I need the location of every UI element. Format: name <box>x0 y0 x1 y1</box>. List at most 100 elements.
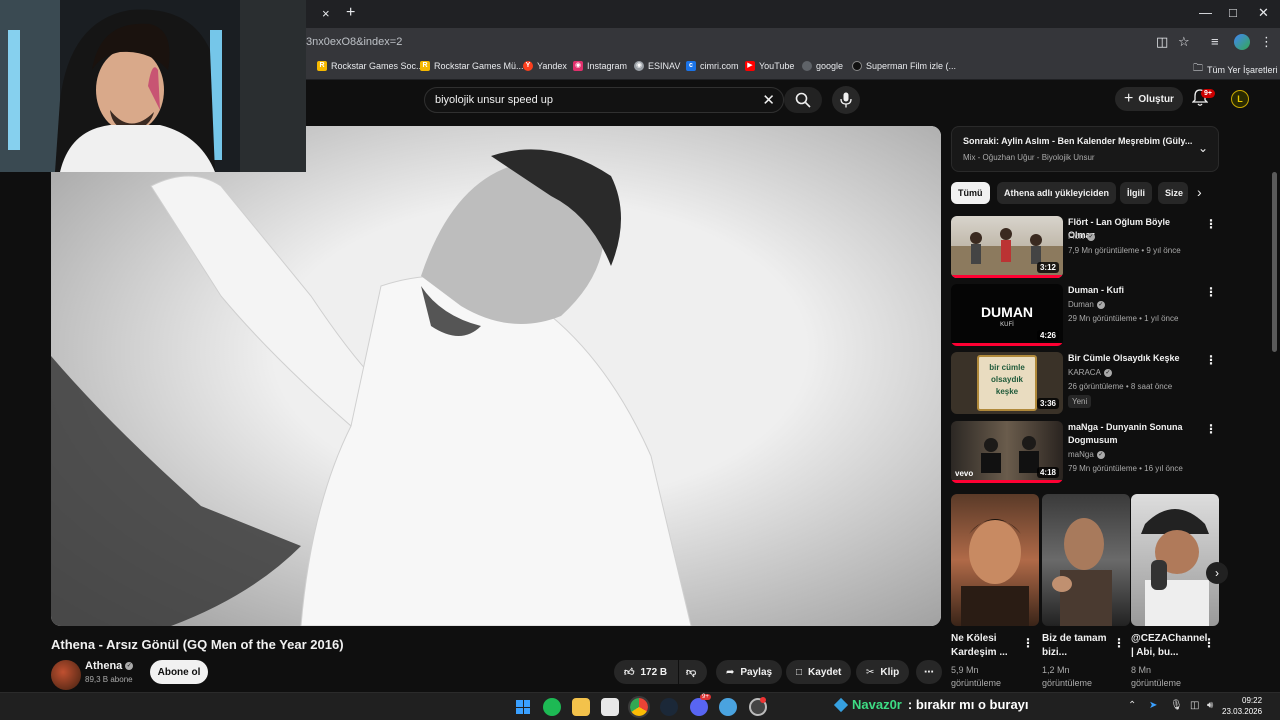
video-thumbnail[interactable]: bir cümle olsaydık keşke 3:36 <box>951 352 1063 414</box>
maximize-button[interactable]: □ <box>1229 5 1237 20</box>
store-icon[interactable] <box>601 698 619 716</box>
discord-icon[interactable] <box>690 698 708 716</box>
rockstar-icon: R <box>420 61 430 71</box>
chevron-down-icon[interactable]: ⌄ <box>1198 141 1208 155</box>
recommendation-title[interactable]: Duman - Kufi <box>1068 284 1198 297</box>
short-title[interactable]: Ne Kölesi Kardeşim ... <box>951 632 1021 660</box>
profile-avatar[interactable] <box>1234 34 1250 50</box>
file-explorer-icon[interactable] <box>572 698 590 716</box>
recommendation-title[interactable]: Bir Cümle Olsaydık Keşke <box>1068 352 1198 365</box>
next-up-panel[interactable]: Sonraki: Aylin Aslım - Ben Kalender Meşr… <box>951 126 1219 172</box>
network-icon[interactable]: ◫ <box>1190 700 1199 711</box>
microphone-tray-icon[interactable]: 🎙︎ <box>1170 700 1183 711</box>
chip-all[interactable]: Tümü <box>951 182 990 204</box>
short-thumbnail[interactable] <box>951 494 1039 626</box>
voice-search-button[interactable] <box>832 86 860 114</box>
volume-icon[interactable]: 🔊︎ <box>1207 700 1213 711</box>
bookmark-item[interactable]: ◉ Instagram <box>573 61 627 71</box>
short-thumbnail[interactable] <box>1042 494 1130 626</box>
instagram-icon: ◉ <box>573 61 583 71</box>
search-icon <box>795 92 811 108</box>
app-icon[interactable] <box>719 698 737 716</box>
share-button[interactable]: ➦ Paylaş <box>716 660 783 684</box>
recommendation-channel[interactable]: KARACA ✓ <box>1068 368 1112 377</box>
dislike-button[interactable]: 👎︎ <box>679 660 707 684</box>
superman-icon <box>852 61 862 71</box>
bookmark-item[interactable]: Y Yandex <box>523 61 567 71</box>
bookmark-item[interactable]: Superman Film izle (... <box>852 61 956 71</box>
more-vertical-icon[interactable]: ⋮ <box>1205 217 1217 231</box>
recommendation-item[interactable]: vevo 4:18 maNga - Dunyanin Sonuna Dogmus… <box>951 421 1219 483</box>
like-button[interactable]: 👍︎ 172 B <box>614 660 678 684</box>
short-title[interactable]: @CEZAChannel | Abi, bu... <box>1131 632 1207 660</box>
close-window-button[interactable]: ✕ <box>1258 5 1269 21</box>
steam-tray-icon[interactable]: ➤ <box>1149 700 1157 711</box>
bookmark-item[interactable]: R Rockstar Games Soc... <box>317 61 424 71</box>
system-clock[interactable]: 09:22 23.03.2026 <box>1222 695 1262 717</box>
bookmark-item[interactable]: ◉ ESINAV <box>634 61 680 71</box>
video-thumbnail[interactable]: vevo 4:18 <box>951 421 1063 483</box>
more-vertical-icon[interactable]: ⋮ <box>1205 353 1217 367</box>
menu-icon[interactable]: ⋮ <box>1260 34 1273 50</box>
spotify-icon[interactable] <box>543 698 561 716</box>
all-bookmarks-folder[interactable]: 🗀 Tüm Yer İşaretleri <box>1193 61 1278 78</box>
recommendation-channel[interactable]: Flört ✓ <box>1068 232 1095 241</box>
subscribe-button[interactable]: Abone ol <box>150 660 208 684</box>
new-tab-button[interactable]: + <box>346 4 355 22</box>
tray-overflow-icon[interactable]: ⌃ <box>1128 700 1136 711</box>
channel-avatar[interactable] <box>51 660 81 690</box>
recommendation-meta: 26 görüntüleme • 8 saat önce <box>1068 382 1173 391</box>
tab-close-button[interactable]: × <box>322 6 330 21</box>
chip-related[interactable]: İlgili <box>1120 182 1152 204</box>
duration-badge: 4:26 <box>1036 330 1059 341</box>
more-vertical-icon[interactable]: ⋮ <box>1205 422 1217 436</box>
more-vertical-icon[interactable]: ⋮ <box>1203 636 1215 650</box>
search-input[interactable]: biyolojik unsur speed up <box>435 94 553 106</box>
recommendation-item[interactable]: DUMAN KUFİ 4:26 Duman - Kufi Duman ✓ 29 M… <box>951 284 1219 346</box>
search-box[interactable]: biyolojik unsur speed up ✕ <box>424 87 784 113</box>
recommendation-item[interactable]: bir cümle olsaydık keşke 3:36 Bir Cümle … <box>951 352 1219 414</box>
clear-search-icon[interactable]: ✕ <box>762 91 775 109</box>
stream-chat-overlay: Navaz0r : bırakır mı o burayı <box>833 697 1029 712</box>
minimize-button[interactable]: — <box>1199 5 1212 20</box>
short-title[interactable]: Biz de tamam bizi... <box>1042 632 1112 660</box>
bookmark-item[interactable]: ▶ YouTube <box>745 61 794 71</box>
scrollbar[interactable] <box>1272 172 1277 352</box>
short-thumbnail[interactable] <box>1131 494 1219 626</box>
recommendation-item[interactable]: 3:12 Flört - Lan Oğlum Böyle Olmaz Flört… <box>951 216 1219 278</box>
media-controls-icon[interactable]: ≡ <box>1211 34 1219 49</box>
video-thumbnail[interactable]: DUMAN KUFİ 4:26 <box>951 284 1063 346</box>
verified-icon: ✓ <box>1096 300 1105 309</box>
create-button[interactable]: + Oluştur <box>1115 87 1183 111</box>
recommendation-meta: 7,9 Mn görüntüleme • 9 yıl önce <box>1068 246 1181 255</box>
bookmark-item[interactable]: google <box>802 61 843 71</box>
notification-badge: 9+ <box>1201 89 1215 98</box>
clip-button[interactable]: ✂ Klip <box>856 660 910 684</box>
bookmark-item[interactable]: c cimri.com <box>686 61 739 71</box>
chrome-icon[interactable] <box>628 696 650 718</box>
recommendation-title[interactable]: maNga - Dunyanin Sonuna Dogmusum <box>1068 421 1198 447</box>
cast-icon[interactable]: ◫ <box>1156 34 1168 50</box>
steam-icon[interactable] <box>660 698 678 716</box>
shorts-next-button[interactable]: › <box>1206 562 1228 584</box>
account-avatar[interactable]: L <box>1231 90 1249 108</box>
more-actions-button[interactable]: ⋯ <box>916 660 942 684</box>
recommendation-channel[interactable]: maNga ✓ <box>1068 450 1105 459</box>
recommendation-channel[interactable]: Duman ✓ <box>1068 300 1105 309</box>
microphone-icon <box>840 92 852 108</box>
save-button[interactable]: □ Kaydet <box>786 660 852 684</box>
chip-from-uploader[interactable]: Athena adlı yükleyiciden <box>997 182 1117 204</box>
search-button[interactable] <box>784 87 822 113</box>
chip-for-you[interactable]: Size <box>1158 182 1188 204</box>
channel-name[interactable]: Athena ✓ <box>85 660 134 672</box>
more-vertical-icon[interactable]: ⋮ <box>1022 636 1034 650</box>
start-menu-icon[interactable] <box>514 698 532 716</box>
video-thumbnail[interactable]: 3:12 <box>951 216 1063 278</box>
video-player[interactable] <box>51 126 941 626</box>
more-vertical-icon[interactable]: ⋮ <box>1113 636 1125 650</box>
bookmark-item[interactable]: R Rockstar Games Mü... <box>420 61 524 71</box>
url-text[interactable]: 3nx0exO8&index=2 <box>306 36 402 48</box>
bookmark-star-icon[interactable]: ☆ <box>1178 34 1190 50</box>
more-vertical-icon[interactable]: ⋮ <box>1205 285 1217 299</box>
chips-next-icon[interactable]: › <box>1197 184 1202 200</box>
